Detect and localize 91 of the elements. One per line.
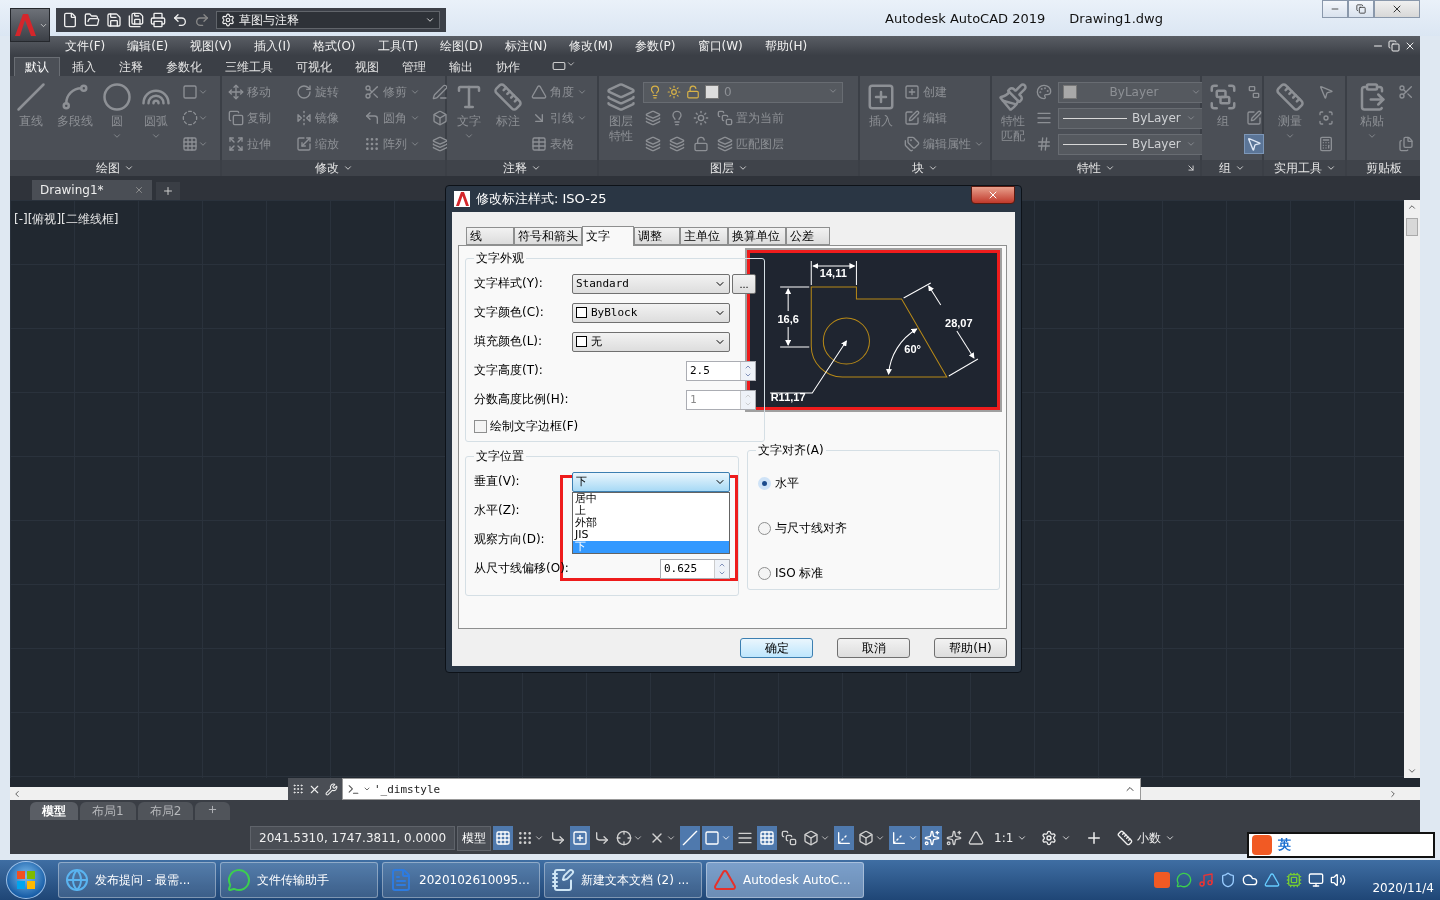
panel-title[interactable]: 特性 xyxy=(992,160,1200,176)
panel-title[interactable]: 实用工具 xyxy=(1264,160,1345,176)
menu-item[interactable]: 插入(I) xyxy=(243,37,303,55)
field-label: 填充颜色(L): xyxy=(474,333,544,350)
units-button[interactable]: 小数 xyxy=(1111,829,1182,847)
menu-item[interactable]: 工具(T) xyxy=(367,37,431,55)
dialog-tab[interactable]: 符号和箭头 xyxy=(514,227,582,245)
dropdown-select[interactable]: Standard xyxy=(572,273,730,294)
group-title: 文字位置 xyxy=(475,448,525,465)
dropdown-select[interactable]: 下 xyxy=(572,471,730,492)
field-label: 观察方向(D): xyxy=(474,531,546,548)
ribbon-tab[interactable]: 三维工具 xyxy=(214,57,284,76)
menu-item[interactable]: 绘图(D) xyxy=(430,37,495,55)
radio-option[interactable]: ISO 标准 xyxy=(756,553,991,594)
field-label: 文字样式(Y): xyxy=(474,275,544,292)
panel-title[interactable]: 剪贴板 xyxy=(1347,160,1420,176)
panel-title[interactable]: 块 xyxy=(860,160,990,176)
ribbon-tab[interactable]: 参数化 xyxy=(155,57,213,76)
ribbon-tab[interactable]: 插入 xyxy=(61,57,107,76)
dialog-tab[interactable]: 调整 xyxy=(634,227,680,245)
panel-title[interactable]: 修改 xyxy=(222,160,445,176)
workspace-select[interactable]: 草图与注释 xyxy=(216,11,440,29)
group-title: 文字外观 xyxy=(475,250,525,267)
ribbon-tab[interactable]: 管理 xyxy=(391,57,437,76)
dimension-label: R11,17 xyxy=(770,391,806,403)
taskbar-item[interactable]: 文件传输助手 xyxy=(220,862,378,898)
window-title: Autodesk AutoCAD 2019 xyxy=(885,10,1046,26)
field-label: 文字高度(T): xyxy=(474,362,544,379)
checkbox[interactable]: 绘制文字边框(F) xyxy=(474,418,756,435)
menu-item[interactable]: 窗口(W) xyxy=(687,37,755,55)
menu-item[interactable]: 视图(V) xyxy=(180,37,244,55)
group-title: 文字对齐(A) xyxy=(757,442,825,459)
dialog-tab[interactable]: 线 xyxy=(466,227,514,245)
dialog-tab[interactable]: 文字 xyxy=(582,226,634,246)
dialog-button[interactable]: 帮助(H) xyxy=(934,638,1007,658)
dialog-button[interactable]: 确定 xyxy=(740,638,813,658)
dimension-label: 28,07 xyxy=(945,317,973,329)
ribbon-tab[interactable]: 视图 xyxy=(344,57,390,76)
dropdown-option[interactable]: 外部 xyxy=(573,516,729,529)
radio-option[interactable]: 与尺寸线对齐 xyxy=(756,508,991,549)
layout-tab[interactable]: 模型 xyxy=(30,802,78,820)
taskbar-item[interactable]: 新建文本文档 (2) ... xyxy=(544,862,702,898)
menu-item[interactable]: 帮助(H) xyxy=(754,37,820,55)
field-label: 垂直(V): xyxy=(474,473,521,490)
annotation-scale-button[interactable]: 1:1 xyxy=(988,831,1034,845)
dialog-tab[interactable]: 主单位 xyxy=(680,227,728,245)
ribbon-tab[interactable]: 协作 xyxy=(485,57,531,76)
number-field[interactable]: 0.625 xyxy=(660,558,730,579)
menu-item[interactable]: 标注(N) xyxy=(494,37,560,55)
number-field[interactable]: 2.5 xyxy=(686,360,756,381)
panel-title[interactable]: 绘图 xyxy=(10,160,220,176)
menu-item[interactable]: 文件(F) xyxy=(55,37,118,55)
dimension-label: 16,6 xyxy=(777,313,799,325)
command-line-field[interactable]: '_dimstyle xyxy=(342,778,1141,800)
document-tab[interactable]: Drawing1* xyxy=(32,180,152,200)
dialog-tab[interactable]: 换算单位 xyxy=(728,227,786,245)
taskbar-item[interactable]: 发布提问 - 最需... xyxy=(58,862,216,898)
panel-title[interactable]: 注释 xyxy=(447,160,597,176)
menu-item[interactable]: 格式(O) xyxy=(302,37,368,55)
ribbon-tab[interactable]: 注释 xyxy=(108,57,154,76)
menu-item[interactable]: 参数(P) xyxy=(624,37,688,55)
dialog-button[interactable]: 取消 xyxy=(837,638,910,658)
viewport-label[interactable]: [-][俯视][二维线框] xyxy=(14,212,119,226)
file-name: Drawing1.dwg xyxy=(1069,10,1163,26)
ribbon-tab[interactable]: 可视化 xyxy=(285,57,343,76)
dimension-label: 60° xyxy=(904,343,921,355)
dimension-label: 14,11 xyxy=(819,267,847,279)
panel-title[interactable]: 图层 xyxy=(599,160,858,176)
field-label: 分数高度比例(H): xyxy=(474,391,570,408)
browse-button[interactable]: ... xyxy=(732,273,756,294)
dropdown-option[interactable]: 上 xyxy=(573,504,729,517)
radio-option[interactable]: 水平 xyxy=(756,463,991,504)
color-select[interactable]: ByBlock xyxy=(572,302,730,323)
field-label: 水平(Z): xyxy=(474,502,521,519)
field-label: 文字颜色(C): xyxy=(474,304,545,321)
ime-mode-label[interactable]: 英 xyxy=(1278,836,1291,854)
menu-item[interactable]: 编辑(E) xyxy=(117,37,181,55)
model-space-button[interactable]: 模型 xyxy=(457,825,492,851)
dropdown-option[interactable]: 居中 xyxy=(573,492,729,505)
dropdown-option[interactable]: JIS xyxy=(573,528,729,541)
ribbon-tab[interactable]: 默认 xyxy=(14,57,60,76)
taskbar-item[interactable]: 2020102610095... xyxy=(382,862,540,898)
date-label: 2020/11/4 xyxy=(1372,880,1434,895)
coordinates-readout: 2041.5310, 1747.3811, 0.0000 xyxy=(250,826,456,850)
layout-tab[interactable]: 布局2 xyxy=(137,802,194,820)
ribbon-tab[interactable]: 输出 xyxy=(438,57,484,76)
menu-item[interactable]: 修改(M) xyxy=(559,37,625,55)
panel-title[interactable]: 组 xyxy=(1202,160,1262,176)
layout-tab[interactable]: 布局1 xyxy=(80,802,136,820)
dialog-tab[interactable]: 公差 xyxy=(786,227,830,245)
color-select[interactable]: 无 xyxy=(572,331,730,352)
